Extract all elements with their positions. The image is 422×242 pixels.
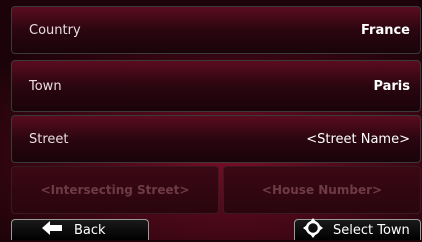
country-field[interactable]: Country France [11, 6, 421, 54]
select-town-button[interactable]: Select Town [294, 218, 421, 242]
street-field[interactable]: Street <Street Name> [11, 115, 421, 163]
intersecting-street-placeholder: <Intersecting Street> [40, 183, 190, 197]
house-number-placeholder: <House Number> [261, 183, 383, 197]
house-number-field: <House Number> [223, 166, 421, 214]
intersecting-street-field: <Intersecting Street> [11, 166, 219, 214]
town-field[interactable]: Town Paris [11, 60, 421, 112]
back-button[interactable]: Back [11, 219, 149, 240]
country-label: Country [29, 22, 81, 38]
crosshair-target-icon [303, 218, 323, 242]
street-value: <Street Name> [306, 131, 410, 147]
select-town-label: Select Town [333, 222, 410, 238]
town-label: Town [29, 78, 62, 94]
left-arrow-icon [42, 221, 62, 239]
back-label: Back [74, 222, 106, 238]
town-value: Paris [373, 78, 410, 94]
country-value: France [360, 22, 410, 38]
street-label: Street [29, 131, 69, 147]
